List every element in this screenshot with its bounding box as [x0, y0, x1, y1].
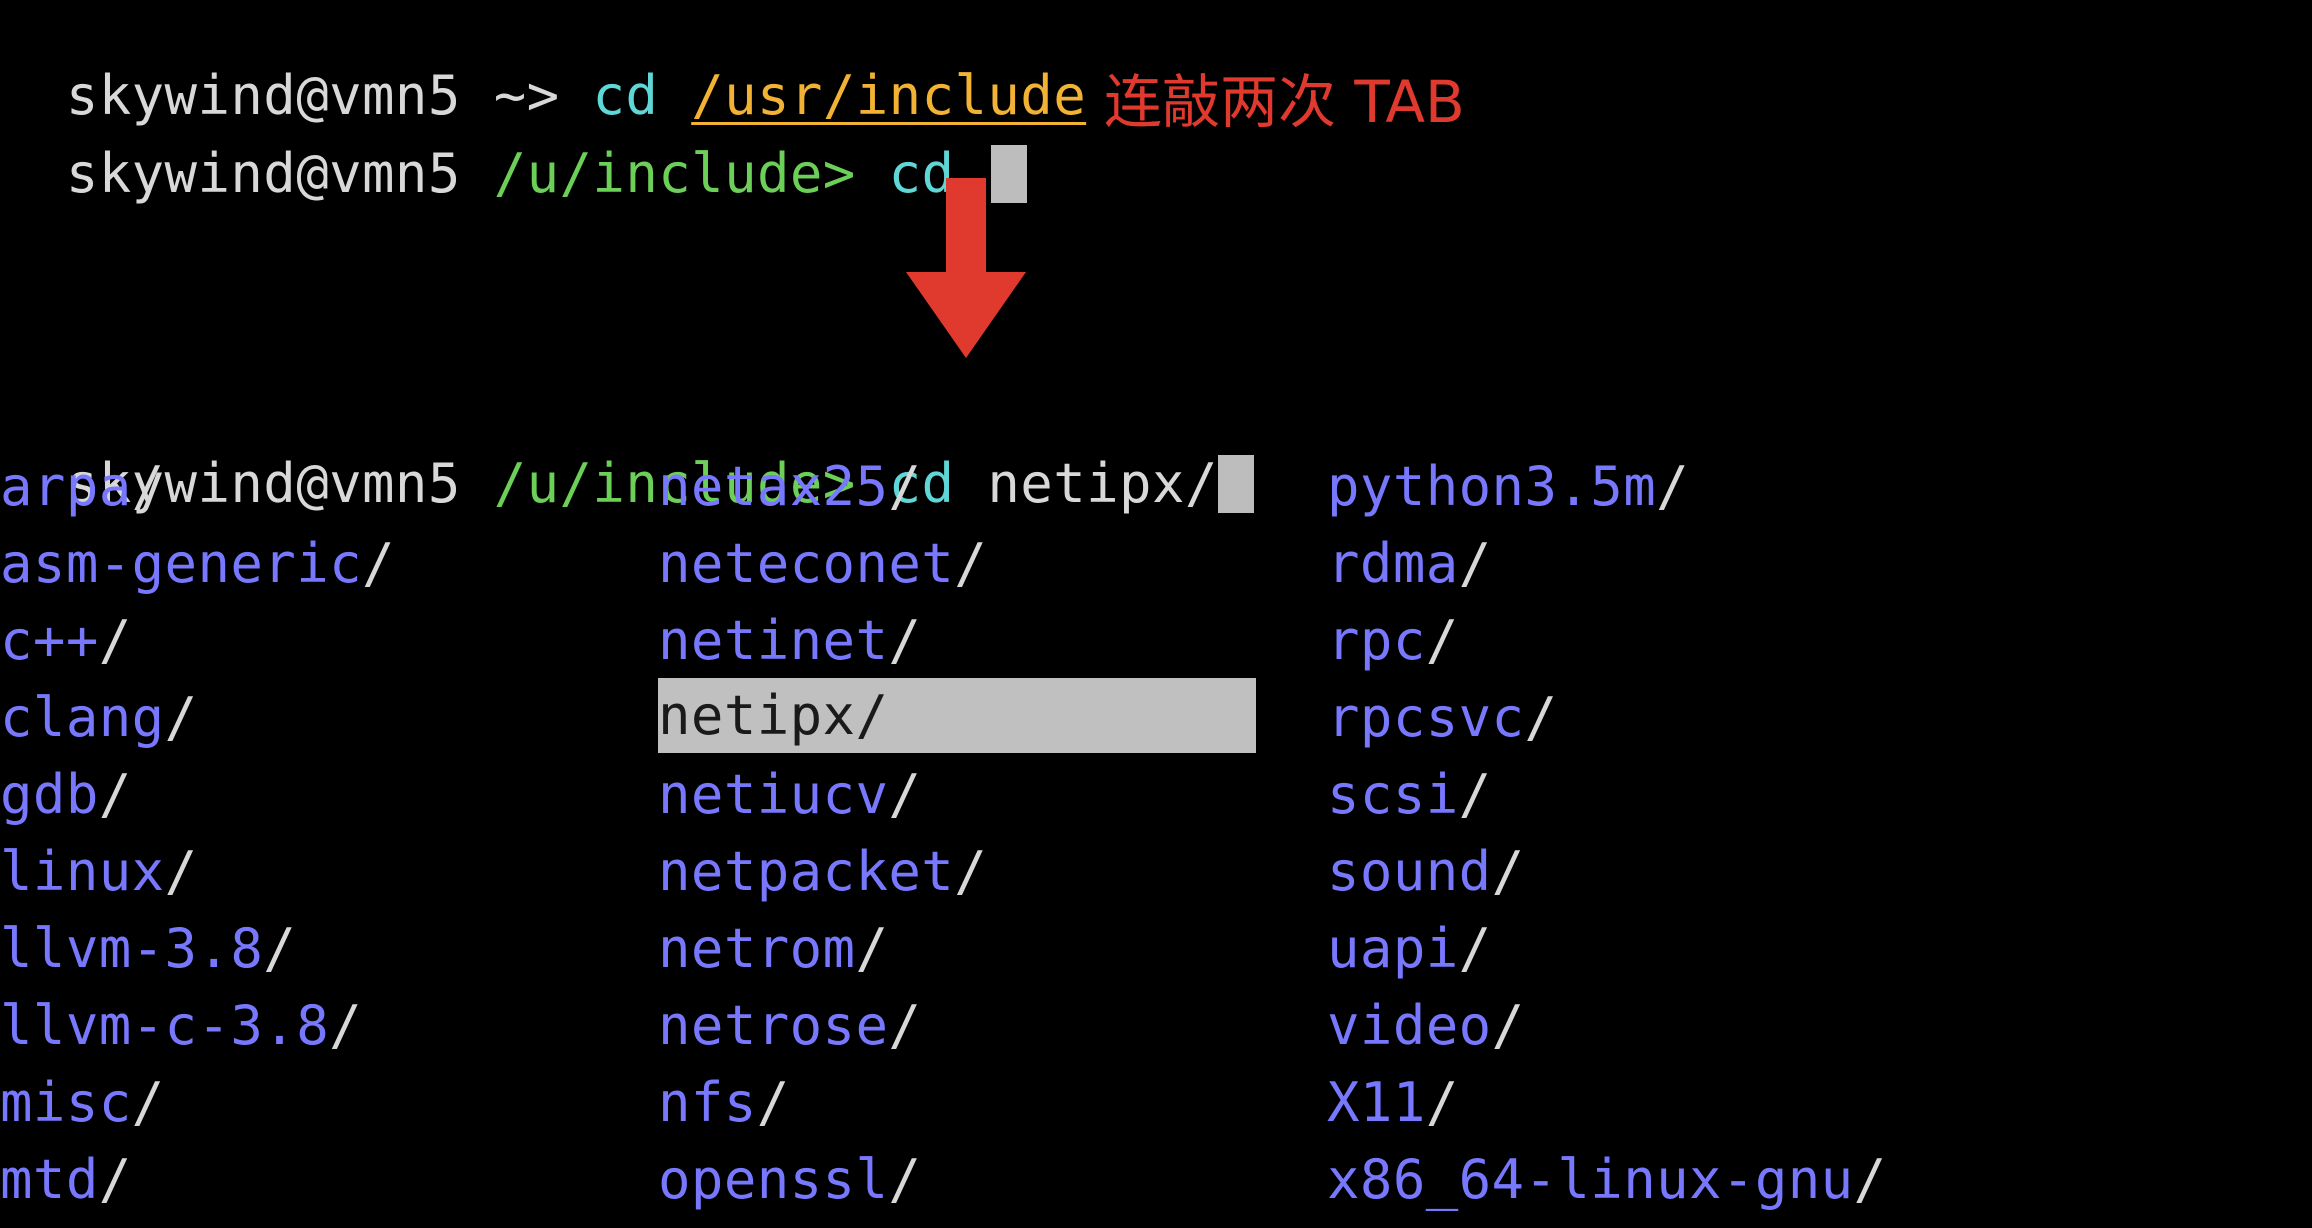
- completion-item[interactable]: llvm-c-3.8/: [0, 987, 362, 1064]
- completion-item-suffix: /: [954, 532, 988, 595]
- completion-item[interactable]: video/: [1327, 987, 1524, 1064]
- completion-item-suffix: /: [131, 1071, 165, 1134]
- completion-item[interactable]: scsi/: [1327, 756, 1492, 833]
- user-host: skywind@vmn5: [65, 142, 461, 205]
- completion-item[interactable]: misc/: [0, 1064, 165, 1141]
- completion-item-suffix: /: [756, 1071, 790, 1134]
- completion-item-label: rpc: [1327, 609, 1426, 672]
- completion-item-label: llvm-3.8: [0, 917, 264, 980]
- completion-item-suffix: /: [164, 840, 198, 903]
- completion-item[interactable]: netrom/: [658, 910, 888, 987]
- completion-item-suffix: /: [164, 686, 198, 749]
- completion-item-suffix: /: [1425, 609, 1459, 672]
- completion-item[interactable]: c++/: [0, 602, 132, 679]
- completion-item-label: video: [1327, 994, 1492, 1057]
- completion-item-suffix: /: [263, 917, 297, 980]
- completion-item-suffix: /: [1425, 1071, 1459, 1134]
- completion-item[interactable]: linux/: [0, 833, 197, 910]
- completion-item-suffix: /: [888, 1148, 922, 1211]
- completion-item-label: arpa: [0, 455, 132, 518]
- completion-item-label: X11: [1327, 1071, 1426, 1134]
- completion-item[interactable]: llvm-3.8/: [0, 910, 296, 987]
- annotation-label: 连敲两次 TAB: [1104, 68, 1465, 136]
- completion-item-suffix: /: [98, 763, 132, 826]
- completion-item-suffix: /: [888, 994, 922, 1057]
- completion-item[interactable]: x86_64-linux-gnu/: [1327, 1141, 1887, 1218]
- completion-item-suffix: /: [888, 609, 922, 672]
- completion-item-suffix: /: [131, 455, 165, 518]
- text-cursor: [1217, 455, 1254, 514]
- completion-item[interactable]: mtd/: [0, 1141, 132, 1218]
- completion-item-label: netinet: [658, 609, 889, 672]
- completion-item-label: gdb: [0, 763, 99, 826]
- completion-item-label: netrose: [658, 994, 889, 1057]
- completion-item[interactable]: netpacket/: [658, 833, 987, 910]
- completion-item-suffix: /: [1524, 686, 1558, 749]
- completion-item-label: clang: [0, 686, 165, 749]
- completion-item[interactable]: rpcsvc/: [1327, 679, 1557, 756]
- completion-item-suffix: /: [888, 763, 922, 826]
- completion-item[interactable]: rpc/: [1327, 602, 1459, 679]
- completion-item-suffix: /: [954, 840, 988, 903]
- completion-item-label: sound: [1327, 840, 1492, 903]
- completion-item[interactable]: neteconet/: [658, 525, 987, 602]
- completion-item-suffix: /: [1458, 532, 1492, 595]
- completion-item[interactable]: python3.5m/: [1327, 448, 1689, 525]
- completion-item-label: misc: [0, 1071, 132, 1134]
- completion-item-suffix: /: [1491, 994, 1525, 1057]
- completion-item-suffix: /: [1458, 917, 1492, 980]
- completion-item-suffix: /: [1853, 1148, 1887, 1211]
- completion-item-suffix: /: [888, 455, 922, 518]
- completion-item-suffix: /: [1656, 455, 1690, 518]
- completion-item-label: netpacket: [658, 840, 955, 903]
- completion-item[interactable]: sound/: [1327, 833, 1524, 910]
- completion-item-selected[interactable]: netipx/: [658, 678, 1256, 753]
- completion-item[interactable]: netinet/: [658, 602, 921, 679]
- completion-item-label: netipx: [658, 684, 856, 747]
- completion-item-label: linux: [0, 840, 165, 903]
- completion-item[interactable]: gdb/: [0, 756, 132, 833]
- completion-item-suffix: /: [855, 917, 889, 980]
- terminal-line-1: skywind@vmn5 ~> cd /usr/include: [0, 0, 1086, 127]
- completion-item[interactable]: uapi/: [1327, 910, 1492, 987]
- completion-item[interactable]: nfs/: [658, 1064, 790, 1141]
- completion-item-suffix: /: [329, 994, 363, 1057]
- terminal-line-3: skywind@vmn5 /u/include> cd netipx/: [0, 368, 1254, 515]
- completion-item-suffix: /: [98, 1148, 132, 1211]
- completion-item-label: rpcsvc: [1327, 686, 1525, 749]
- command-argument: netipx/: [987, 452, 1218, 515]
- down-arrow-icon: [906, 178, 1026, 358]
- completion-item-label: nfs: [658, 1071, 757, 1134]
- completion-item[interactable]: netax25/: [658, 448, 921, 525]
- completion-item-label: openssl: [658, 1148, 889, 1211]
- completion-item[interactable]: asm-generic/: [0, 525, 395, 602]
- completion-item-label: neteconet: [658, 532, 955, 595]
- completion-item-label: netax25: [658, 455, 889, 518]
- completion-item-label: mtd: [0, 1148, 99, 1211]
- completion-item-label: scsi: [1327, 763, 1459, 826]
- completion-item-label: asm-generic: [0, 532, 363, 595]
- completion-item-label: c++: [0, 609, 99, 672]
- completion-item[interactable]: netrose/: [658, 987, 921, 1064]
- completion-item-suffix: /: [1458, 763, 1492, 826]
- completion-item-label: netiucv: [658, 763, 889, 826]
- completion-item-suffix: /: [362, 532, 395, 595]
- completion-item-label: netrom: [658, 917, 856, 980]
- completion-item-suffix: /: [98, 609, 132, 672]
- completion-item[interactable]: clang/: [0, 679, 197, 756]
- completion-item-label: llvm-c-3.8: [0, 994, 330, 1057]
- completion-item-suffix: /: [1491, 840, 1525, 903]
- completion-item[interactable]: netiucv/: [658, 756, 921, 833]
- completion-item-suffix: /: [855, 684, 889, 747]
- completion-item-label: rdma: [1327, 532, 1459, 595]
- completion-item[interactable]: arpa/: [0, 448, 165, 525]
- completion-item-label: x86_64-linux-gnu: [1327, 1148, 1854, 1211]
- completion-item[interactable]: rdma/: [1327, 525, 1492, 602]
- cwd: /u/include>: [493, 142, 856, 205]
- terminal-line-2: skywind@vmn5 /u/include> cd: [0, 58, 1028, 205]
- completion-item-label: uapi: [1327, 917, 1459, 980]
- completion-item[interactable]: openssl/: [658, 1141, 921, 1218]
- completion-item[interactable]: X11/: [1327, 1064, 1459, 1141]
- completion-item-label: python3.5m: [1327, 455, 1657, 518]
